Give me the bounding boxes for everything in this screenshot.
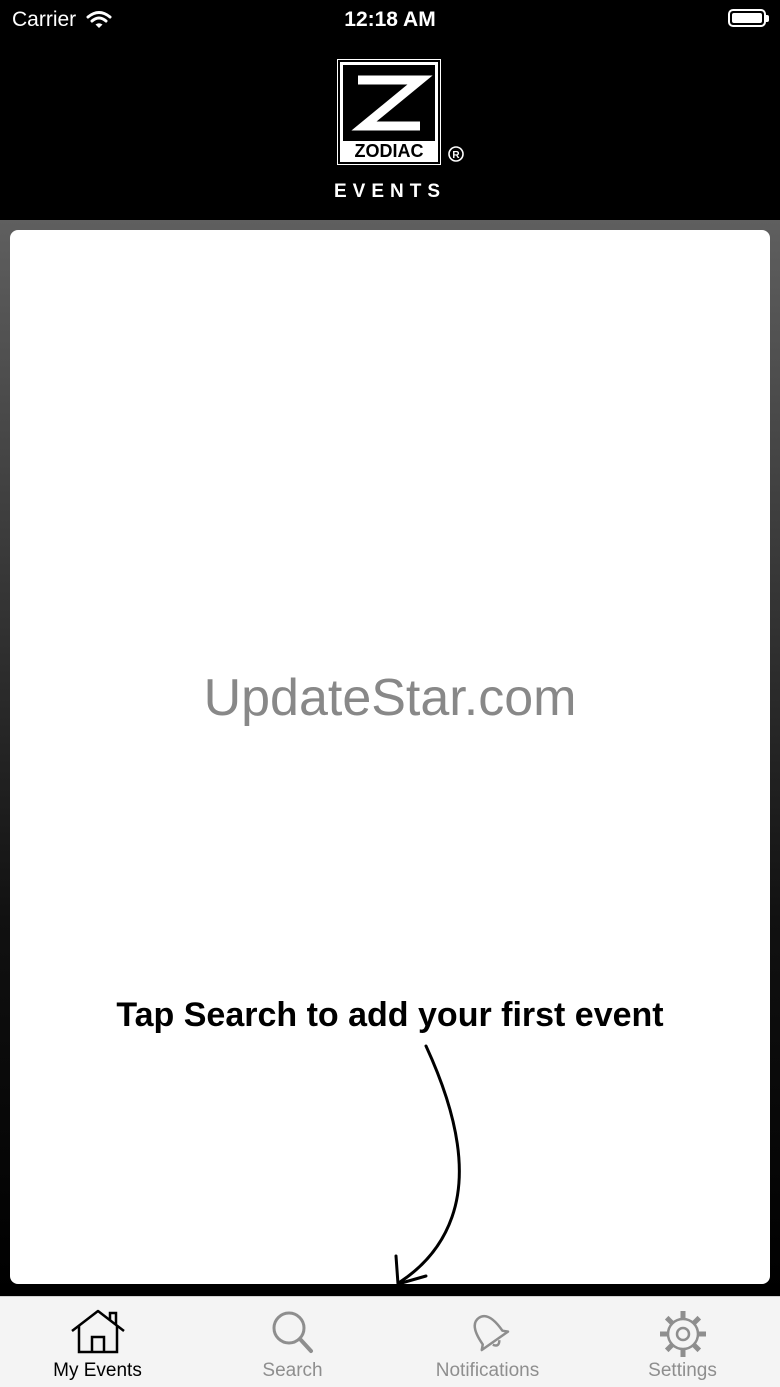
zodiac-logo: ZODIAC R [334, 56, 466, 173]
status-time: 12:18 AM [344, 8, 436, 31]
battery-icon [728, 9, 769, 27]
tab-label: Search [262, 1360, 323, 1381]
tab-label: Settings [648, 1360, 717, 1381]
events-empty-card: UpdateStar.com Tap Search to add your fi… [10, 230, 770, 1286]
tab-label: Notifications [435, 1360, 540, 1381]
tab-search[interactable]: Search [195, 1297, 390, 1387]
status-bar: Carrier 12:18 AM [0, 0, 780, 40]
search-icon [272, 1311, 313, 1353]
svg-text:R: R [452, 150, 460, 161]
tab-settings[interactable]: Settings [585, 1297, 780, 1387]
app-subtitle: EVENTS [333, 181, 447, 202]
empty-state-hint: Tap Search to add your first event [116, 996, 664, 1034]
tab-notifications[interactable]: Notifications [390, 1297, 585, 1387]
svg-text:ZODIAC: ZODIAC [355, 141, 424, 161]
watermark: UpdateStar.com [203, 669, 577, 727]
arrow-down-icon [394, 1044, 461, 1286]
tab-label: My Events [53, 1360, 142, 1381]
gear-icon [659, 1311, 706, 1357]
tab-my-events[interactable]: My Events [0, 1297, 195, 1387]
home-icon [70, 1309, 125, 1354]
app-header: ZODIAC R EVENTS [0, 40, 780, 220]
tab-bar: My Events Search Notifications Settings [0, 1296, 780, 1387]
bell-icon [473, 1314, 509, 1352]
